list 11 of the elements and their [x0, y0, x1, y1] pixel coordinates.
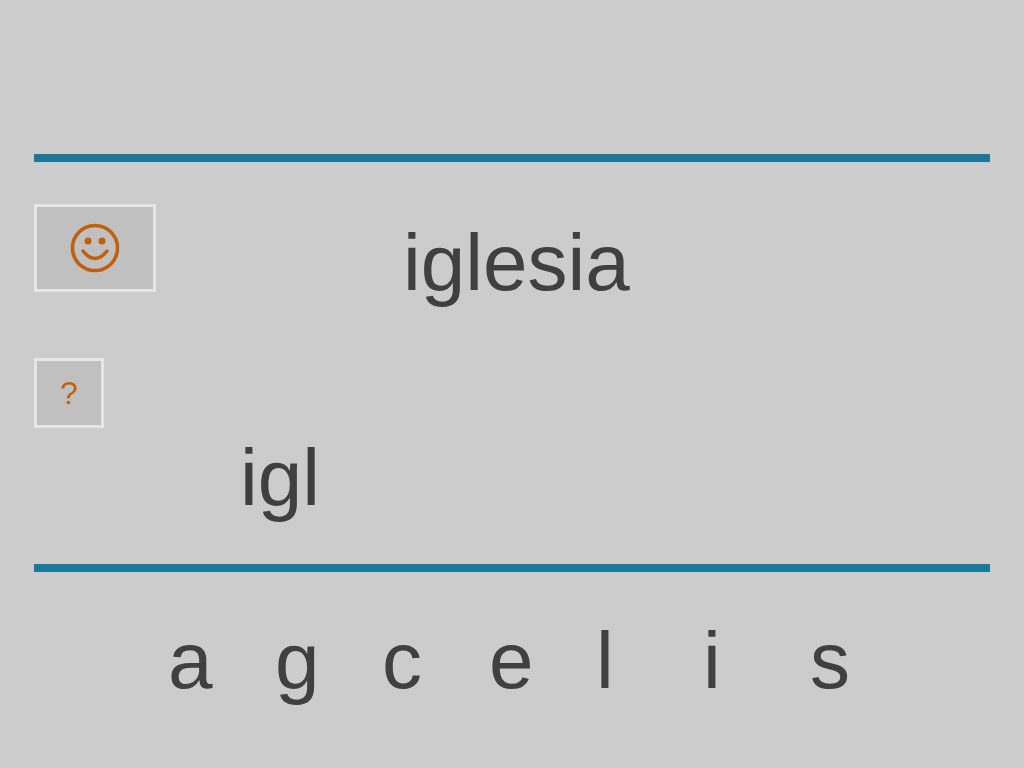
- letter-tile[interactable]: l: [596, 616, 703, 706]
- letter-tile[interactable]: a: [168, 616, 275, 706]
- smiley-icon: [69, 222, 121, 274]
- answer-text: igl: [240, 433, 321, 522]
- letter-tile[interactable]: e: [489, 616, 596, 706]
- letter-tile[interactable]: g: [275, 616, 382, 706]
- target-word: iglesia: [403, 218, 630, 308]
- smiley-button[interactable]: [34, 204, 156, 292]
- letter-tile[interactable]: s: [810, 616, 917, 706]
- letter-tile[interactable]: c: [382, 616, 489, 706]
- letter-tile[interactable]: i: [703, 616, 810, 706]
